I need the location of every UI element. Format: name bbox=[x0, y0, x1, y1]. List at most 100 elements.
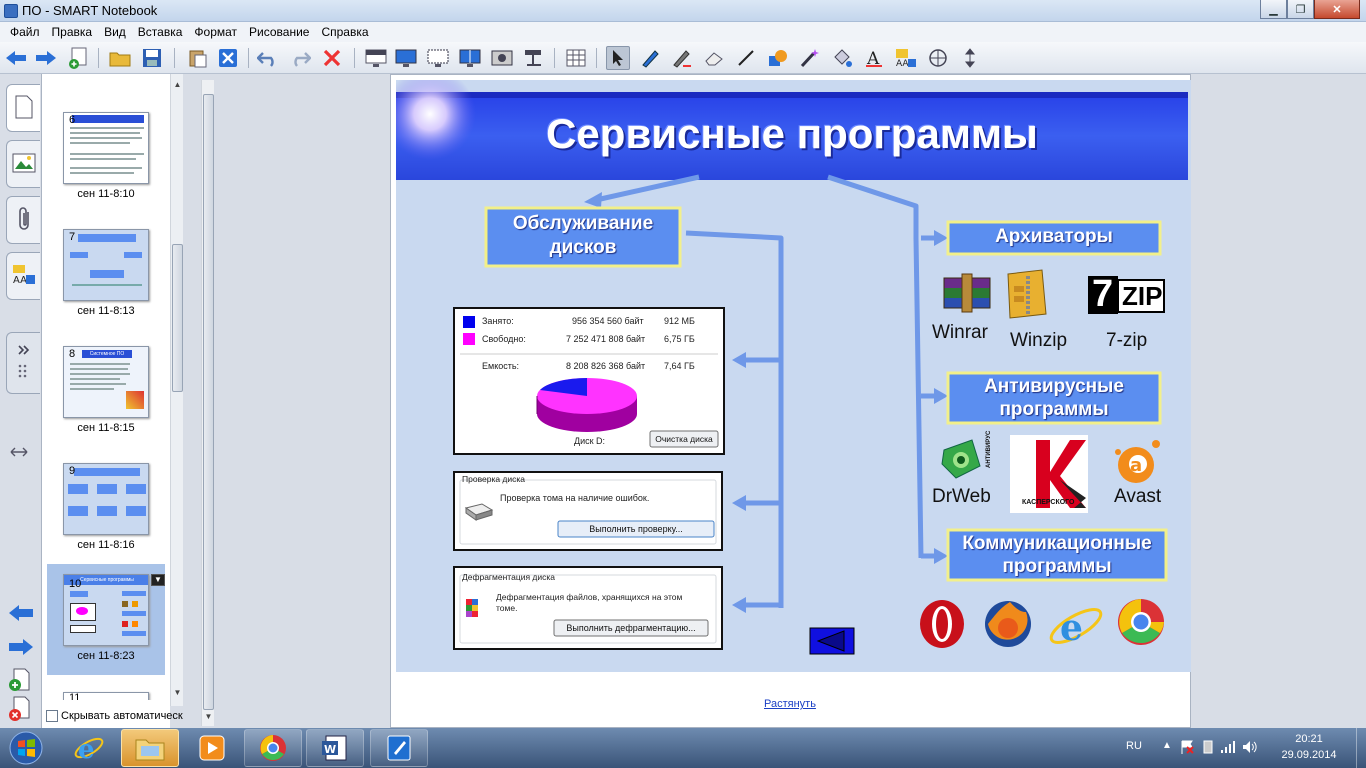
table-icon[interactable] bbox=[564, 46, 588, 70]
transparent-bg-icon[interactable] bbox=[426, 46, 450, 70]
page-thumbnail-7[interactable]: 7 сен 11-8:13 bbox=[47, 219, 165, 330]
volume-icon[interactable] bbox=[1242, 740, 1258, 757]
taskbar-chrome[interactable] bbox=[244, 729, 302, 767]
show-hidden-icons-icon[interactable]: ▲ bbox=[1162, 740, 1172, 751]
move-toolbar-icon[interactable] bbox=[958, 46, 982, 70]
menu-insert[interactable]: Вставка bbox=[132, 25, 189, 39]
sidebar-expand-tab[interactable] bbox=[6, 332, 40, 394]
taskbar-word[interactable]: W bbox=[306, 729, 364, 767]
text-icon[interactable]: A bbox=[862, 46, 886, 70]
back-arrow-icon[interactable] bbox=[4, 46, 28, 70]
dual-page-icon[interactable] bbox=[458, 46, 482, 70]
eraser-icon[interactable] bbox=[702, 46, 726, 70]
language-indicator[interactable]: RU bbox=[1126, 740, 1142, 752]
sorter-scrollbar[interactable]: ▲ ▼ bbox=[170, 74, 183, 706]
close-button[interactable]: ✕ bbox=[1314, 0, 1360, 19]
attachments-tab[interactable] bbox=[6, 196, 40, 244]
creative-pen-icon[interactable] bbox=[670, 46, 694, 70]
scroll-down-arrow-icon[interactable]: ▼ bbox=[202, 710, 215, 724]
paste-icon[interactable] bbox=[186, 46, 210, 70]
magic-pen-icon[interactable] bbox=[798, 46, 822, 70]
save-icon[interactable] bbox=[140, 46, 164, 70]
page-thumbnail-9[interactable]: 9 сен 11-8:16 bbox=[47, 453, 165, 564]
page-thumbnail-8[interactable]: Системное ПО 8 сен 11-8:15 bbox=[47, 336, 165, 447]
winrar-label: Winrar bbox=[932, 322, 988, 343]
pen-icon[interactable] bbox=[638, 46, 662, 70]
scroll-up-arrow-icon[interactable]: ▲ bbox=[171, 78, 184, 92]
autohide-checkbox-row[interactable]: Скрывать автоматическ bbox=[46, 710, 194, 722]
scrollbar-thumb[interactable] bbox=[172, 244, 183, 392]
screen-shade-icon[interactable] bbox=[364, 46, 388, 70]
page-sorter-tab[interactable] bbox=[6, 84, 40, 132]
select-icon[interactable] bbox=[606, 46, 630, 70]
autohide-checkbox[interactable] bbox=[46, 710, 58, 722]
page-thumbnail-11[interactable]: 11 bbox=[47, 680, 165, 700]
device-icon[interactable] bbox=[1202, 740, 1214, 757]
page-menu-dropdown[interactable]: ▼ bbox=[151, 574, 165, 586]
measurement-icon[interactable] bbox=[926, 46, 950, 70]
used-bytes: 956 354 560 байт bbox=[572, 316, 644, 326]
start-button[interactable] bbox=[4, 730, 48, 766]
page-thumbnail-10[interactable]: Сервисные программы ▼ 10 сен 11-8:23 bbox=[47, 564, 165, 675]
defrag-text-2: томе. bbox=[496, 603, 518, 613]
flag-icon[interactable] bbox=[1180, 740, 1194, 757]
menu-edit[interactable]: Правка bbox=[46, 25, 99, 39]
winzip-icon bbox=[1007, 269, 1047, 319]
maximize-button[interactable]: ❐ bbox=[1287, 0, 1314, 19]
line-icon[interactable] bbox=[734, 46, 758, 70]
scrollbar-thumb[interactable] bbox=[203, 94, 214, 710]
defrag-icon bbox=[466, 599, 478, 617]
menu-format[interactable]: Формат bbox=[188, 25, 243, 39]
menu-view[interactable]: Вид bbox=[98, 25, 132, 39]
delete-icon[interactable] bbox=[320, 46, 344, 70]
menu-bar: Файл Правка Вид Вставка Формат Рисование… bbox=[0, 22, 1366, 42]
clock-date[interactable]: 29.09.2014 bbox=[1274, 749, 1344, 761]
taskbar-smart-notebook[interactable] bbox=[370, 729, 428, 767]
gallery-tab[interactable] bbox=[6, 140, 40, 188]
shape-icon[interactable] bbox=[766, 46, 790, 70]
check-title: Проверка диска bbox=[462, 474, 526, 484]
svg-text:AA: AA bbox=[13, 275, 27, 286]
properties-tab[interactable]: AA bbox=[6, 252, 40, 300]
svg-text:e: e bbox=[78, 735, 95, 763]
delete-page-icon[interactable] bbox=[216, 46, 240, 70]
window-title: ПО - SMART Notebook bbox=[22, 3, 158, 18]
clock-time[interactable]: 20:21 bbox=[1274, 733, 1344, 745]
free-color-swatch bbox=[463, 333, 475, 345]
stretch-link[interactable]: Растянуть bbox=[764, 698, 816, 710]
delete-page-side-icon[interactable] bbox=[8, 696, 30, 725]
taskbar-explorer[interactable] bbox=[121, 729, 179, 767]
prev-page-arrow-icon[interactable] bbox=[8, 604, 34, 625]
next-page-arrow-icon[interactable] bbox=[8, 638, 34, 659]
taskbar-media-player[interactable] bbox=[183, 729, 241, 767]
thumbnail-title: Системное ПО bbox=[82, 350, 132, 358]
show-desktop-button[interactable] bbox=[1356, 728, 1366, 768]
free-bytes: 7 252 471 808 байт bbox=[566, 334, 646, 344]
open-folder-icon[interactable] bbox=[108, 46, 132, 70]
fill-icon[interactable] bbox=[830, 46, 854, 70]
page-number: 7 bbox=[69, 231, 76, 243]
capacity-size: 7,64 ГБ bbox=[664, 361, 695, 371]
menu-help[interactable]: Справка bbox=[315, 25, 374, 39]
menu-file[interactable]: Файл bbox=[4, 25, 46, 39]
full-screen-icon[interactable] bbox=[394, 46, 418, 70]
properties-icon[interactable]: AA bbox=[894, 46, 918, 70]
screen-capture-icon[interactable] bbox=[490, 46, 514, 70]
sidebar-resize-scrollbar[interactable]: ▼ bbox=[201, 80, 214, 726]
windows-logo-icon bbox=[9, 731, 43, 765]
resize-horizontal-icon[interactable] bbox=[10, 446, 28, 461]
add-page-side-icon[interactable] bbox=[8, 668, 30, 695]
winrar-icon bbox=[943, 273, 991, 313]
minimize-button[interactable]: ▁ bbox=[1260, 0, 1287, 19]
page-label: сен 11-8:15 bbox=[77, 422, 135, 434]
undo-icon[interactable] bbox=[256, 46, 280, 70]
redo-icon[interactable] bbox=[288, 46, 312, 70]
scroll-down-arrow-icon[interactable]: ▼ bbox=[171, 686, 184, 700]
add-page-icon[interactable] bbox=[66, 46, 90, 70]
network-signal-icon[interactable] bbox=[1220, 740, 1236, 757]
menu-draw[interactable]: Рисование bbox=[243, 25, 315, 39]
document-camera-icon[interactable] bbox=[522, 46, 546, 70]
page-thumbnail-6[interactable]: 6 сен 11-8:10 bbox=[47, 102, 165, 213]
taskbar-ie[interactable]: e bbox=[60, 729, 118, 767]
forward-arrow-icon[interactable] bbox=[34, 46, 58, 70]
